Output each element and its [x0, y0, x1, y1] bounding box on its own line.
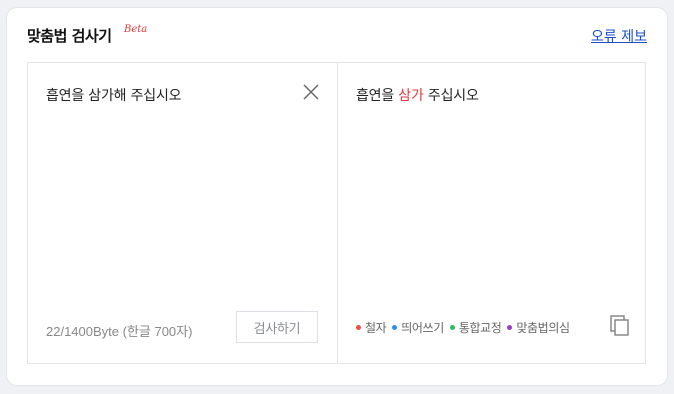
- legend-label: 통합교정: [458, 321, 502, 335]
- legend-suspect: 맞춤법의심: [507, 319, 570, 336]
- legend-label: 철자: [365, 321, 387, 335]
- error-legend: 철자 띄어쓰기 통합교정 맞춤법의심: [356, 319, 576, 336]
- input-text-area[interactable]: 흡연을 삼가해 주십시오: [46, 85, 182, 105]
- close-icon[interactable]: [302, 83, 320, 101]
- legend-label: 띄어쓰기: [401, 321, 444, 335]
- result-text: 흡연을 삼가 주십시오: [356, 85, 479, 105]
- report-error-link[interactable]: 오류 제보: [591, 26, 647, 46]
- check-button[interactable]: 검사하기: [236, 311, 318, 343]
- page-title: 맞춤법 검사기: [27, 27, 112, 45]
- legend-label: 맞춤법의심: [516, 321, 570, 335]
- byte-counter: 22/1400Byte (한글 700자): [46, 324, 193, 339]
- card-header: 맞춤법 검사기 Beta 오류 제보: [27, 24, 647, 47]
- legend-integrated: 통합교정: [449, 319, 502, 336]
- legend-spacing: 띄어쓰기: [392, 319, 444, 336]
- result-text-before: 흡연을: [356, 88, 399, 104]
- legend-dot: [356, 325, 361, 330]
- legend-dot: [392, 325, 398, 330]
- legend-spelling: 철자: [356, 319, 387, 336]
- spelling-error-word[interactable]: 삼가: [398, 88, 424, 104]
- spell-checker-card: 맞춤법 검사기 Beta 오류 제보 흡연을 삼가해 주십시오 22/1400B…: [7, 8, 667, 385]
- legend-dot: [449, 325, 455, 330]
- result-text-after: 주십시오: [423, 88, 479, 104]
- beta-badge: Beta: [124, 24, 148, 35]
- result-panel: 흡연을 삼가 주십시오 철자 띄어쓰기 통합교정 맞춤법의심: [338, 63, 645, 363]
- copy-icon[interactable]: [610, 315, 630, 337]
- checker-panels: 흡연을 삼가해 주십시오 22/1400Byte (한글 700자) 검사하기 …: [27, 62, 646, 364]
- legend-dot: [507, 325, 513, 330]
- input-panel: 흡연을 삼가해 주십시오 22/1400Byte (한글 700자) 검사하기: [28, 63, 338, 363]
